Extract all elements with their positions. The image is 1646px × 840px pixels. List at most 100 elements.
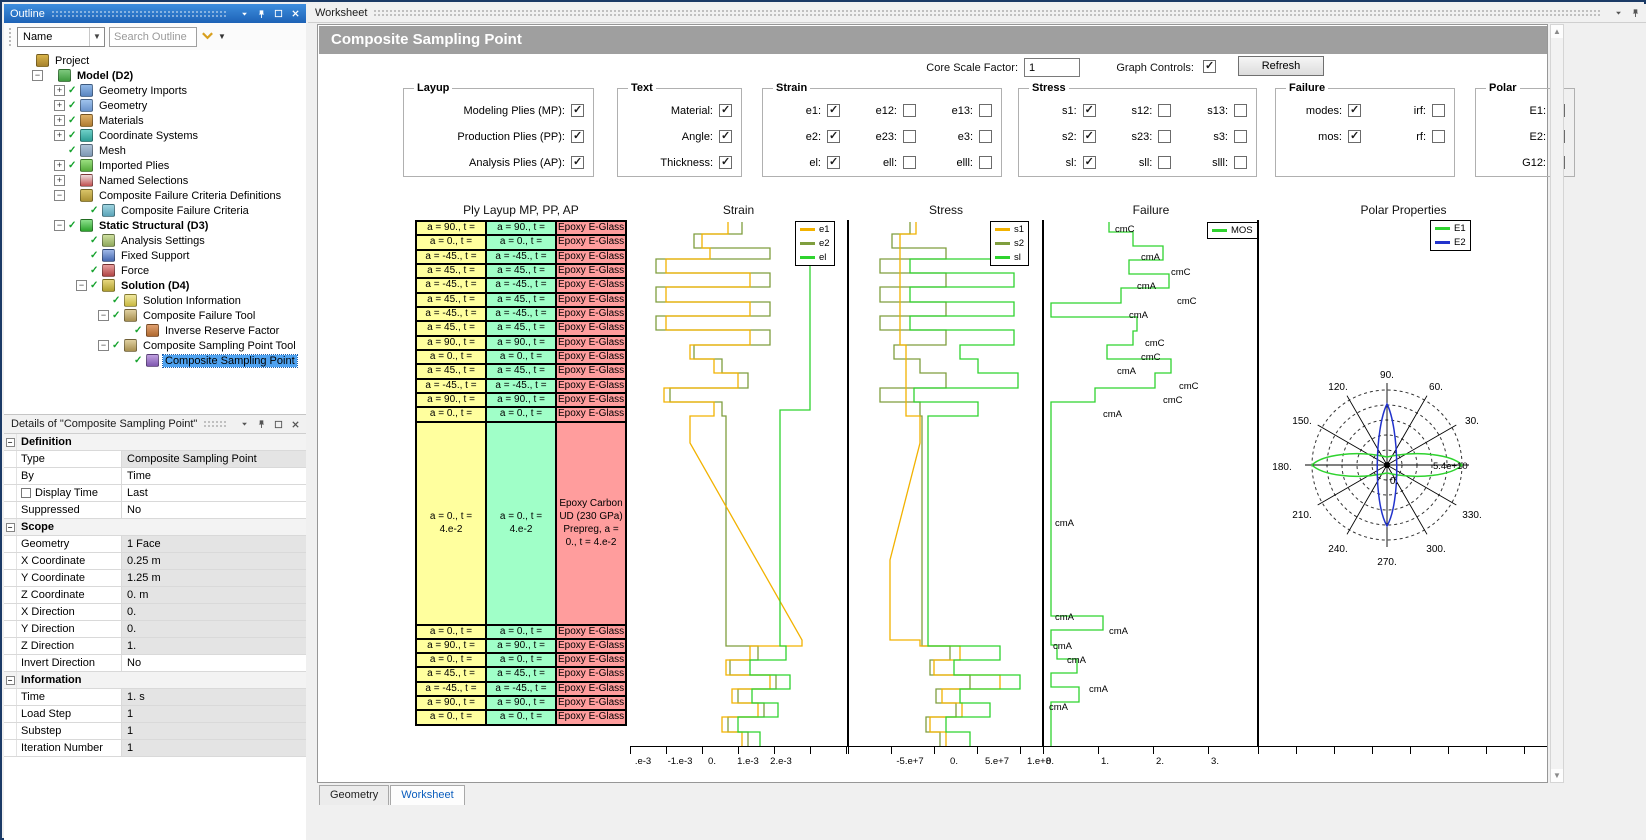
failure-checkbox[interactable] xyxy=(1348,104,1361,117)
ap-cell: Epoxy E-Glass xyxy=(556,710,626,724)
toolbar-grip[interactable] xyxy=(8,27,13,47)
failure-mode-annotation: cmA xyxy=(1117,366,1137,377)
strain-checkbox[interactable] xyxy=(903,156,916,169)
stress-checkbox[interactable] xyxy=(1234,130,1247,143)
chevron-down-icon[interactable] xyxy=(237,8,251,20)
core-scale-input[interactable] xyxy=(1024,58,1080,77)
tree-item-fixed-support[interactable]: ✓Fixed Support xyxy=(4,248,306,263)
maximize-icon[interactable] xyxy=(271,8,285,20)
close-icon[interactable] xyxy=(288,8,302,20)
strain-group: Straine1:e12:e13:e2:e23:e3:el:ell:elll: xyxy=(762,82,1002,177)
collapse-icon[interactable]: − xyxy=(6,676,15,685)
strain-checkbox[interactable] xyxy=(827,130,840,143)
collapse-icon[interactable]: − xyxy=(76,280,87,291)
strain-checkbox[interactable] xyxy=(827,156,840,169)
text-checkbox[interactable] xyxy=(719,156,732,169)
details-value[interactable]: No xyxy=(122,655,306,671)
tab-geometry[interactable]: Geometry xyxy=(319,785,389,805)
strain-checkbox[interactable] xyxy=(903,104,916,117)
strain-checkbox[interactable] xyxy=(827,104,840,117)
tree-item-force[interactable]: ✓Force xyxy=(4,263,306,278)
refresh-button[interactable]: Refresh xyxy=(1238,56,1324,76)
scroll-up-icon[interactable]: ▲ xyxy=(1551,25,1563,38)
tree-item-sampling-tool[interactable]: −✓Composite Sampling Point Tool xyxy=(4,338,306,353)
collapse-icon[interactable]: − xyxy=(6,438,15,447)
tree-item-result[interactable]: ✓Inverse Reserve Factor xyxy=(4,323,306,338)
collapse-icon[interactable]: − xyxy=(32,70,43,81)
strain-checkbox[interactable] xyxy=(979,130,992,143)
details-value[interactable]: No xyxy=(122,502,306,518)
close-icon[interactable] xyxy=(288,418,302,430)
stress-checkbox[interactable] xyxy=(1158,104,1171,117)
pin-icon[interactable] xyxy=(254,418,268,430)
collapse-icon[interactable]: − xyxy=(6,523,15,532)
tab-worksheet[interactable]: Worksheet xyxy=(390,785,464,805)
search-input[interactable] xyxy=(109,27,197,47)
details-value[interactable]: Last xyxy=(122,485,306,501)
tree-item-project[interactable]: Project xyxy=(4,53,306,68)
expand-chevron-icon[interactable] xyxy=(201,28,214,46)
expand-icon[interactable]: + xyxy=(54,100,65,111)
stress-checkbox[interactable] xyxy=(1083,130,1096,143)
failure-checkbox[interactable] xyxy=(1432,130,1445,143)
tree-item-geometry-imports[interactable]: +✓Geometry Imports xyxy=(4,83,306,98)
tree-item-label: Composite Failure Tool xyxy=(141,310,257,322)
tree-item-mesh[interactable]: ✓Mesh xyxy=(4,143,306,158)
strain-checkbox[interactable] xyxy=(979,156,992,169)
failure-checkbox[interactable] xyxy=(1432,104,1445,117)
legend-entry: s2 xyxy=(995,238,1024,249)
name-filter-dropdown[interactable]: Name ▼ xyxy=(17,27,105,47)
tree-item-coordinate-systems[interactable]: +✓Coordinate Systems xyxy=(4,128,306,143)
layup-checkbox[interactable] xyxy=(571,130,584,143)
checkbox-label: e13: xyxy=(923,105,973,117)
tree-item-criteria[interactable]: ✓Composite Failure Criteria xyxy=(4,203,306,218)
collapse-icon[interactable]: − xyxy=(54,220,65,231)
strain-checkbox[interactable] xyxy=(903,130,916,143)
chevron-down-icon[interactable] xyxy=(237,418,251,430)
display-time-checkbox[interactable] xyxy=(21,488,31,498)
stress-checkbox[interactable] xyxy=(1083,156,1096,169)
graph-controls-checkbox[interactable] xyxy=(1203,60,1216,73)
tree-item-solution[interactable]: −✓Solution (D4) xyxy=(4,278,306,293)
text-checkbox[interactable] xyxy=(719,130,732,143)
pin-icon[interactable] xyxy=(1628,7,1642,19)
stress-checkbox[interactable] xyxy=(1234,156,1247,169)
vertical-scrollbar[interactable]: ▲ ▼ xyxy=(1550,24,1564,783)
tree-item-solution-info[interactable]: ✓Solution Information xyxy=(4,293,306,308)
layup-checkbox[interactable] xyxy=(571,156,584,169)
failure-mode-annotation: cmC xyxy=(1145,338,1165,349)
tree-item-named-selections[interactable]: +Named Selections xyxy=(4,173,306,188)
collapse-icon[interactable]: − xyxy=(98,310,109,321)
expand-icon[interactable]: + xyxy=(54,115,65,126)
details-label: Y Direction xyxy=(17,621,122,637)
details-value[interactable]: Time xyxy=(122,468,306,484)
stress-checkbox[interactable] xyxy=(1234,104,1247,117)
stress-checkbox[interactable] xyxy=(1083,104,1096,117)
expand-icon[interactable]: + xyxy=(54,160,65,171)
expand-icon[interactable]: + xyxy=(54,85,65,96)
tree-item-folder[interactable]: −Composite Failure Criteria Definitions xyxy=(4,188,306,203)
expand-icon[interactable]: + xyxy=(54,175,65,186)
stress-checkbox[interactable] xyxy=(1158,130,1171,143)
collapse-icon[interactable]: − xyxy=(54,190,65,201)
chevron-down-icon[interactable]: ▼ xyxy=(218,32,226,41)
expand-icon[interactable]: + xyxy=(54,130,65,141)
chevron-down-icon[interactable] xyxy=(1611,7,1625,19)
tree-item-static-structural[interactable]: −✓Static Structural (D3) xyxy=(4,218,306,233)
strain-checkbox[interactable] xyxy=(979,104,992,117)
tree-item-analysis-settings[interactable]: ✓Analysis Settings xyxy=(4,233,306,248)
failure-checkbox[interactable] xyxy=(1348,130,1361,143)
collapse-icon[interactable]: − xyxy=(98,340,109,351)
tree-item-failure-tool[interactable]: −✓Composite Failure Tool xyxy=(4,308,306,323)
layup-checkbox[interactable] xyxy=(571,104,584,117)
tree-item-materials[interactable]: +✓Materials xyxy=(4,113,306,128)
tree-item-sampling-point[interactable]: ✓Composite Sampling Point xyxy=(4,353,306,368)
maximize-icon[interactable] xyxy=(271,418,285,430)
pin-icon[interactable] xyxy=(254,8,268,20)
tree-item-imported-plies[interactable]: +✓Imported Plies xyxy=(4,158,306,173)
stress-checkbox[interactable] xyxy=(1158,156,1171,169)
tree-item-model[interactable]: −Model (D2) xyxy=(4,68,306,83)
tree-item-geometry[interactable]: +✓Geometry xyxy=(4,98,306,113)
text-checkbox[interactable] xyxy=(719,104,732,117)
scroll-down-icon[interactable]: ▼ xyxy=(1551,769,1563,782)
